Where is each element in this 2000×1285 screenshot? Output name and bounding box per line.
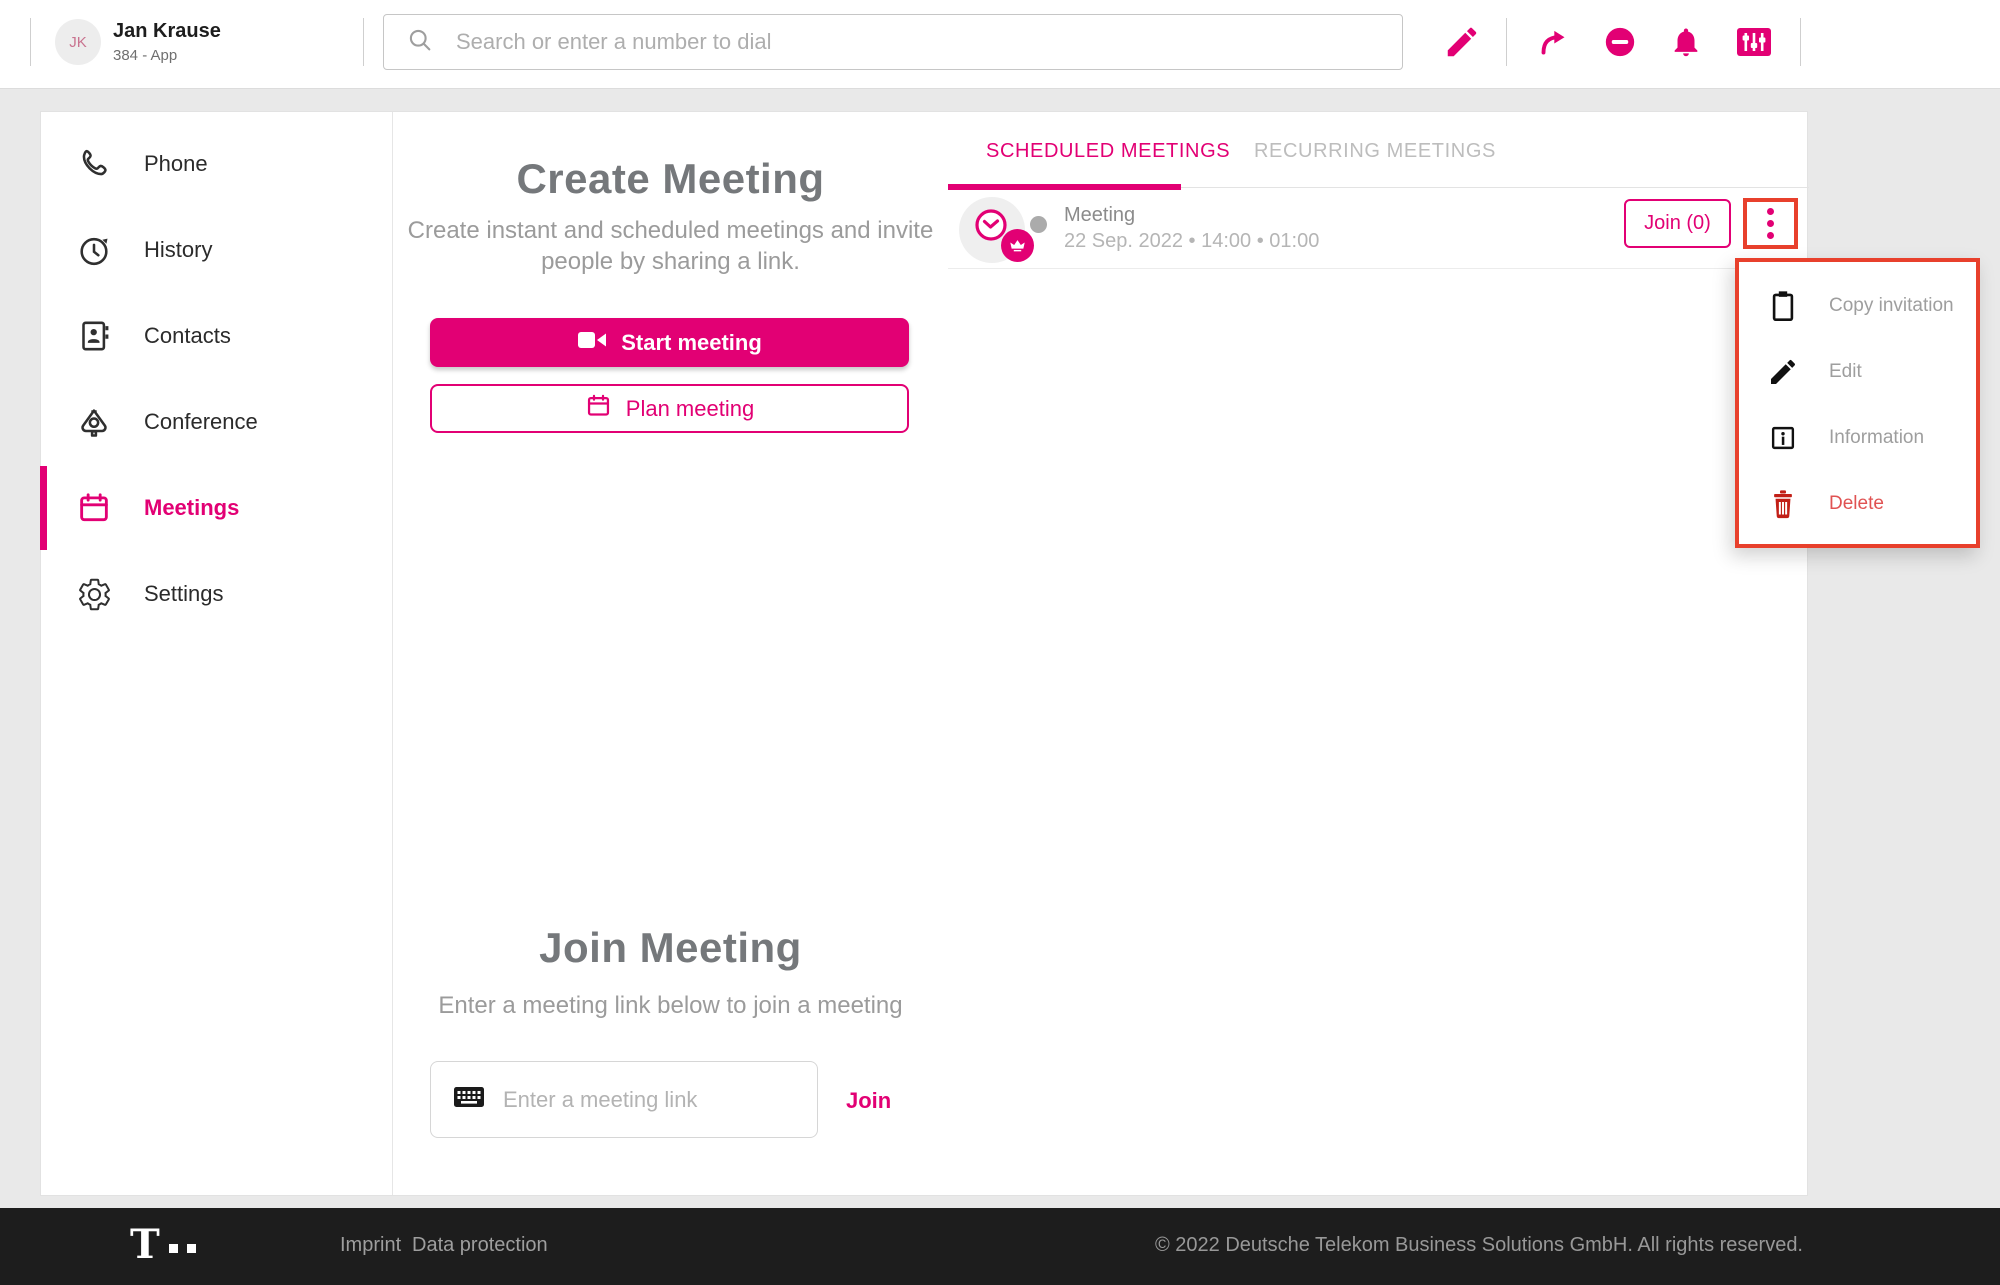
- telekom-logo: T: [130, 1225, 196, 1265]
- menu-item-label: Information: [1829, 427, 1924, 449]
- user-avatar[interactable]: JK: [55, 19, 101, 65]
- copyright-text: © 2022 Deutsche Telekom Business Solutio…: [1155, 1234, 1803, 1257]
- trash-icon: [1765, 487, 1801, 521]
- meeting-datetime: 22 Sep. 2022 • 14:00 • 01:00: [1064, 230, 1319, 253]
- menu-item-copy-invitation[interactable]: Copy invitation: [1739, 273, 1976, 339]
- kebab-dot: [1767, 232, 1774, 239]
- sidebar-item-conference[interactable]: Conference: [41, 379, 392, 465]
- sidebar-item-label: Settings: [144, 581, 224, 607]
- sidebar-item-meetings[interactable]: Meetings: [41, 465, 392, 551]
- create-meeting-subtitle: Create instant and scheduled meetings an…: [408, 217, 934, 244]
- user-extension: 384 - App: [113, 47, 221, 64]
- meeting-row[interactable]: Meeting 22 Sep. 2022 • 14:00 • 01:00 Joi…: [948, 191, 1809, 269]
- contacts-icon: [74, 318, 114, 354]
- history-icon: [74, 232, 114, 268]
- menu-item-label: Copy invitation: [1829, 295, 1954, 317]
- compose-button[interactable]: [1434, 0, 1490, 89]
- menu-item-information[interactable]: Information: [1739, 405, 1976, 471]
- sidebar-item-label: Contacts: [144, 323, 231, 349]
- forward-arrow-icon: [1536, 24, 1572, 65]
- meeting-context-menu: Copy invitation Edit Information: [1735, 258, 1980, 548]
- phone-icon: [74, 146, 114, 182]
- logo-dot: [169, 1244, 178, 1253]
- telekom-t-letter: T: [130, 1225, 160, 1265]
- meetings-list-panel: SCHEDULED MEETINGS RECURRING MEETINGS: [948, 112, 1809, 1195]
- sidebar-item-contacts[interactable]: Contacts: [41, 293, 392, 379]
- divider: [30, 18, 31, 66]
- join-meeting-title: Join Meeting: [394, 924, 947, 972]
- data-protection-link[interactable]: Data protection: [412, 1234, 548, 1257]
- sidebar-item-label: Conference: [144, 409, 258, 435]
- search-input[interactable]: [456, 29, 1356, 55]
- divider: [363, 18, 364, 66]
- create-meeting-title: Create Meeting: [394, 155, 947, 203]
- conference-phone-icon: [74, 403, 114, 441]
- imprint-link[interactable]: Imprint: [340, 1234, 401, 1257]
- meeting-options-kebab-button[interactable]: [1743, 198, 1798, 249]
- sidebar-item-label: Phone: [144, 151, 208, 177]
- sidebar-item-label: History: [144, 237, 212, 263]
- tab-divider-line: [1181, 187, 1809, 188]
- search-bar: [383, 14, 1403, 70]
- sidebar-item-label: Meetings: [144, 495, 239, 521]
- meeting-link-box: [430, 1061, 818, 1138]
- search-icon: [406, 26, 434, 59]
- audio-settings-button[interactable]: [1726, 0, 1782, 89]
- logo-dot: [187, 1244, 196, 1253]
- bell-icon: [1669, 25, 1703, 64]
- tab-recurring-meetings[interactable]: RECURRING MEETINGS: [1254, 140, 1496, 163]
- avatar-initials: JK: [69, 34, 87, 51]
- dnd-icon: [1603, 25, 1637, 64]
- meeting-title: Meeting: [1064, 204, 1135, 227]
- organizer-crown-icon: [1001, 229, 1034, 262]
- menu-item-label: Edit: [1829, 361, 1862, 383]
- notifications-button[interactable]: [1658, 0, 1714, 89]
- calendar-icon: [74, 489, 114, 527]
- join-meeting-button[interactable]: Join: [846, 1088, 891, 1114]
- kebab-dot: [1767, 220, 1774, 227]
- sidebar-item-settings[interactable]: Settings: [41, 551, 392, 637]
- sidebar: Phone History Contacts: [41, 112, 393, 1195]
- main-content: Phone History Contacts: [40, 111, 1808, 1196]
- edit-pencil-icon: [1765, 356, 1801, 388]
- pencil-icon: [1443, 23, 1481, 66]
- tab-scheduled-meetings[interactable]: SCHEDULED MEETINGS: [986, 140, 1230, 163]
- do-not-disturb-button[interactable]: [1592, 0, 1648, 89]
- join-meeting-subtitle: Enter a meeting link below to join a mee…: [394, 990, 947, 1021]
- meeting-avatar: [959, 197, 1025, 263]
- gear-icon: [74, 576, 114, 613]
- divider: [1506, 18, 1507, 66]
- sidebar-item-history[interactable]: History: [41, 207, 392, 293]
- create-meeting-panel: Create Meeting Create instant and schedu…: [394, 112, 947, 1195]
- user-name: Jan Krause: [113, 20, 221, 43]
- menu-item-edit[interactable]: Edit: [1739, 339, 1976, 405]
- top-bar: JK Jan Krause 384 - App: [0, 0, 2000, 89]
- divider: [1800, 18, 1801, 66]
- active-tab-underline: [948, 184, 1181, 190]
- create-meeting-subtitle-2: people by sharing a link.: [541, 248, 800, 275]
- start-meeting-button[interactable]: Start meeting: [430, 318, 909, 367]
- info-icon: [1765, 422, 1801, 454]
- kebab-dot: [1767, 208, 1774, 215]
- clipboard-icon: [1765, 289, 1801, 323]
- sidebar-item-phone[interactable]: Phone: [41, 121, 392, 207]
- status-dot: [1030, 216, 1047, 233]
- keyboard-icon: [453, 1086, 485, 1113]
- menu-item-label: Delete: [1829, 493, 1884, 515]
- sliders-icon: [1736, 26, 1772, 63]
- plan-meeting-button[interactable]: Plan meeting: [430, 384, 909, 433]
- meeting-link-input[interactable]: [503, 1087, 783, 1113]
- footer: T Imprint Data protection © 2022 Deutsch…: [0, 1208, 2000, 1285]
- forward-call-button[interactable]: [1526, 0, 1582, 89]
- calendar-icon: [585, 392, 612, 425]
- video-camera-icon: [577, 329, 607, 357]
- menu-item-delete[interactable]: Delete: [1739, 471, 1976, 537]
- start-meeting-label: Start meeting: [621, 330, 762, 356]
- user-info: Jan Krause 384 - App: [113, 20, 221, 64]
- join-count-button[interactable]: Join (0): [1624, 199, 1731, 248]
- plan-meeting-label: Plan meeting: [626, 396, 754, 422]
